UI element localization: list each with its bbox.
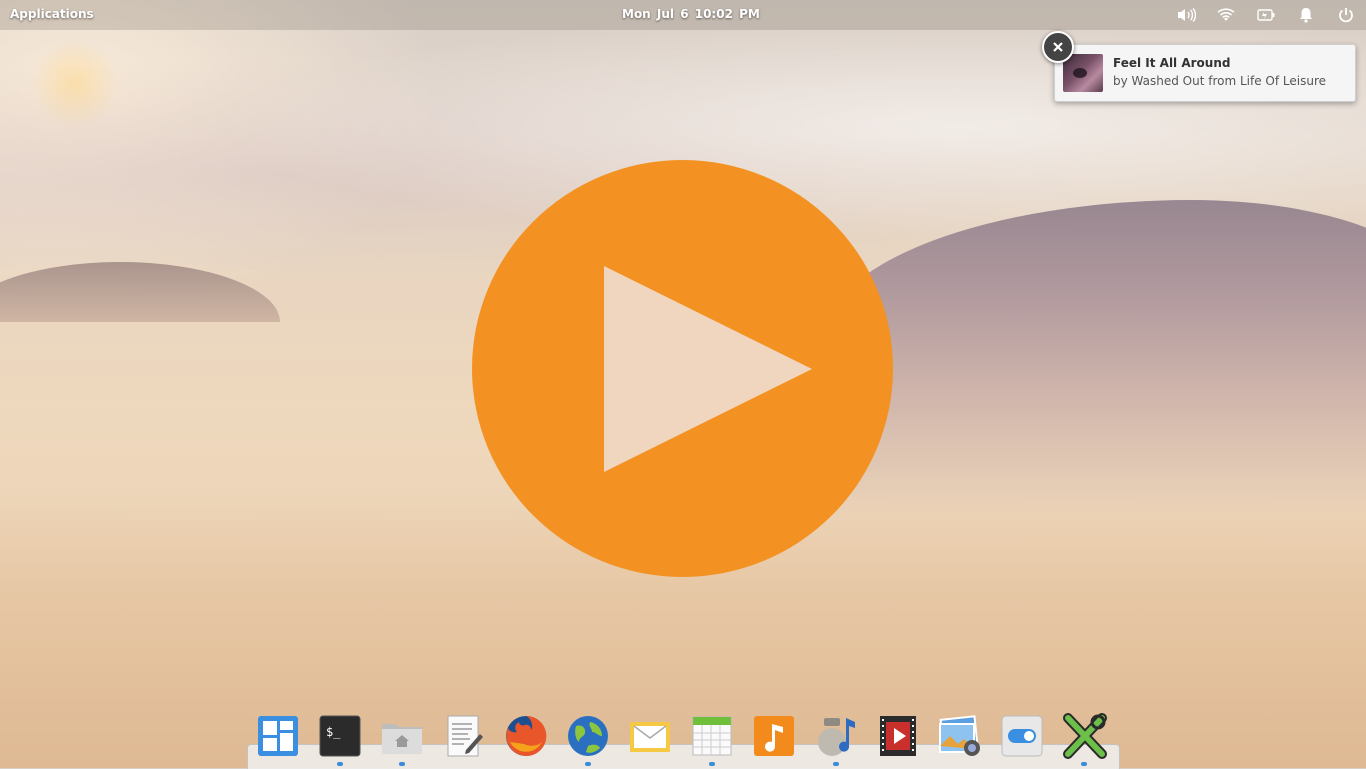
svg-text:$_: $_ [326,725,341,739]
terminal-icon: $_ [319,715,361,757]
firefox-icon [506,715,547,756]
calendar-icon [692,716,732,756]
dock-item-photos[interactable] [936,712,984,762]
dock-items: $_ [254,712,1114,768]
photos-icon [939,715,980,756]
running-indicator [585,762,591,766]
notification-title: Feel It All Around [1113,56,1231,70]
dock-item-mail[interactable] [626,712,674,762]
video-film-icon [880,716,916,756]
dock-item-x-app[interactable] [1060,712,1108,766]
album-art [1063,54,1103,92]
dock-item-web-browser[interactable] [564,712,612,766]
music-note-icon [754,716,794,756]
clock[interactable]: Mon Jul 6 10:02 PM [622,7,760,21]
mail-icon [630,722,670,752]
multitasking-icon [258,716,298,756]
running-indicator [399,762,405,766]
play-button[interactable] [472,160,893,577]
folder-home-icon [382,724,422,754]
dock-item-videos[interactable] [874,712,922,762]
applications-menu-button[interactable]: Applications [10,7,94,21]
volume-icon[interactable] [1176,6,1196,24]
running-indicator [709,762,715,766]
notification-close-button[interactable] [1042,31,1074,63]
dock-item-audio-player[interactable] [812,712,860,766]
dock-item-system-settings[interactable] [998,712,1046,762]
battery-icon[interactable] [1256,6,1276,24]
dock-item-files[interactable] [378,712,426,766]
x-tools-icon [1063,713,1107,759]
toggle-switch-icon [1001,715,1043,757]
dock-item-text-editor[interactable] [440,712,488,762]
notification-body: by Washed Out from Life Of Leisure [1113,74,1326,88]
text-editor-icon [447,715,483,757]
close-icon [1053,42,1063,52]
power-icon[interactable] [1336,6,1356,24]
dock-item-terminal[interactable]: $_ [316,712,364,766]
dock-item-firefox[interactable] [502,712,550,762]
now-playing-notification[interactable]: Feel It All Around by Washed Out from Li… [1054,44,1356,102]
running-indicator [337,762,343,766]
dock-item-multitasking-view[interactable] [254,712,302,762]
wifi-icon[interactable] [1216,6,1236,24]
play-icon [604,266,812,472]
globe-icon [568,716,608,756]
audio-jar-icon [818,718,855,756]
dock-item-calendar[interactable] [688,712,736,766]
running-indicator [833,762,839,766]
notifications-bell-icon[interactable] [1296,6,1316,24]
top-panel: Applications Mon Jul 6 10:02 PM [0,0,1366,30]
dock-item-music[interactable] [750,712,798,762]
running-indicator [1081,762,1087,766]
system-tray [1176,6,1356,24]
